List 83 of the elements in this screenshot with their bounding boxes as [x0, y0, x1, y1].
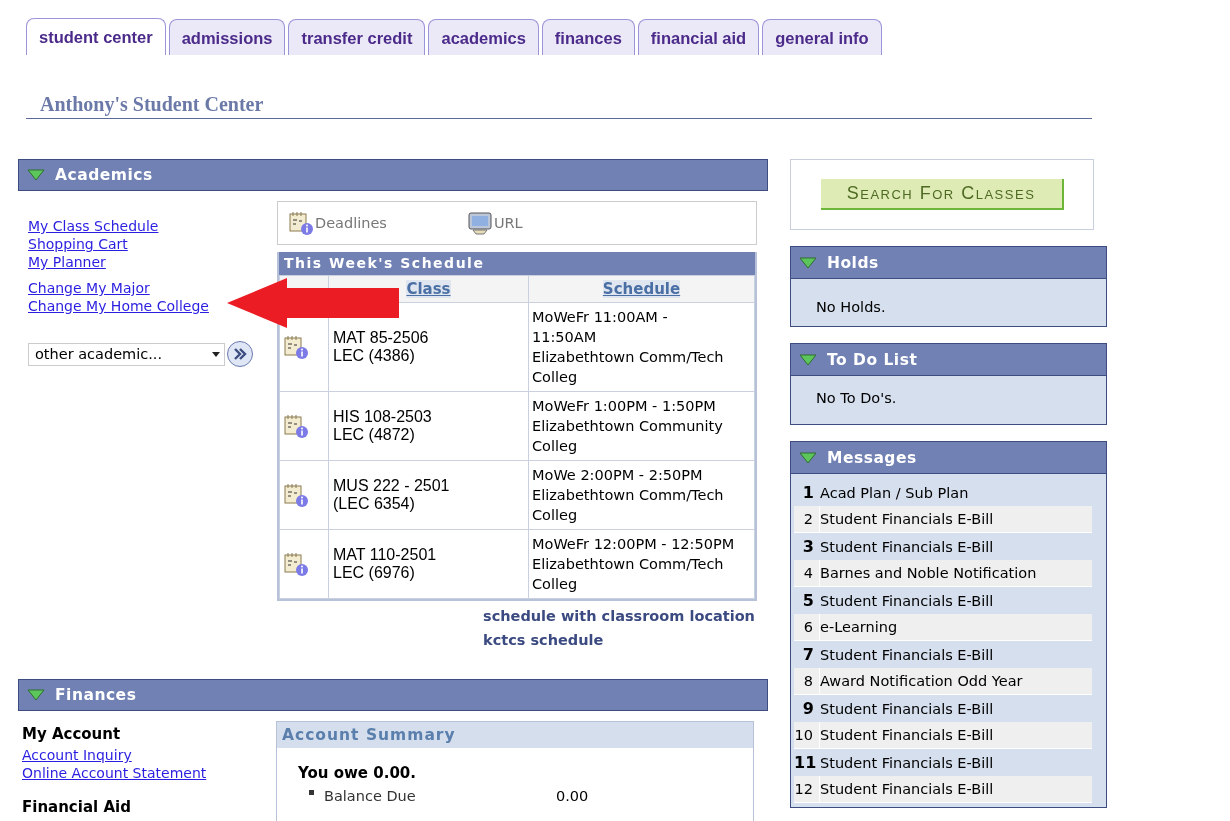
section-title: To Do List [827, 350, 918, 369]
section-title: Holds [827, 253, 879, 272]
tab[interactable]: general info [762, 19, 882, 55]
section-heading: Financial Aid [22, 798, 132, 816]
panel-text: No To Do's. [791, 376, 1106, 424]
calendar-info-icon[interactable] [283, 482, 309, 508]
message-link[interactable]: Barnes and Noble Notification [820, 565, 1037, 581]
message-link[interactable]: Student Financials E-Bill [820, 781, 994, 797]
link[interactable]: Shopping Cart [28, 235, 128, 253]
section-title: Messages [827, 448, 917, 467]
table-cell: MAT 110-2501 LEC (6976) [328, 529, 529, 599]
tab[interactable]: financial aid [637, 19, 760, 55]
calendar-info-icon[interactable] [288, 210, 314, 236]
calendar-info-icon[interactable] [283, 334, 309, 360]
link[interactable]: My Planner [28, 253, 106, 271]
table-cell: MoWe 2:00PM - 2:50PM Elizabethtown Comm/Tech Colleg [528, 460, 755, 530]
section-heading: My Account [22, 725, 122, 743]
calendar-info-icon[interactable] [283, 551, 309, 577]
amount-owed: You owe 0.00. [298, 764, 417, 782]
link[interactable]: Online Account Statement [22, 764, 207, 782]
tab[interactable]: student center [26, 18, 166, 55]
message-link[interactable]: Student Financials E-Bill [820, 646, 994, 663]
link[interactable]: kctcs schedule [483, 631, 604, 649]
calendar-info-icon[interactable] [283, 413, 309, 439]
message-number: 10 [794, 722, 820, 748]
double-chevron-icon [232, 347, 248, 361]
message-link[interactable]: Student Financials E-Bill [820, 592, 994, 609]
table-cell: MoWeFr 11:00AM - 11:50AM Elizabethtown Comm/Tech Colleg [528, 302, 755, 392]
page-title: Anthony's Student Center [40, 93, 264, 115]
link[interactable]: Account Inquiry [22, 746, 132, 764]
caret-icon [212, 351, 220, 357]
bullet-icon [309, 790, 314, 795]
item-label: Balance Due [324, 788, 417, 804]
tab[interactable]: academics [428, 19, 539, 55]
table-cell: HIS 108-2503 LEC (4872) [328, 391, 529, 461]
collapse-triangle-icon[interactable] [799, 353, 817, 366]
go-button[interactable] [227, 341, 253, 367]
message-link[interactable]: e-Learning [820, 619, 898, 635]
toolbar-link[interactable]: Deadlines [288, 210, 387, 236]
message-number: 9 [801, 699, 815, 718]
panel-title: Account Summary [277, 722, 753, 748]
toolbar-link[interactable]: URL [466, 210, 523, 236]
column-header[interactable]: Class [406, 280, 451, 298]
table-title: This Week's Schedule [279, 252, 755, 275]
message-link[interactable]: Student Financials E-Bill [820, 511, 994, 527]
message-link[interactable]: Student Financials E-Bill [820, 727, 994, 743]
collapse-triangle-icon[interactable] [27, 689, 45, 701]
link[interactable]: My Class Schedule [28, 217, 159, 235]
collapse-triangle-icon[interactable] [27, 169, 45, 181]
tab[interactable]: finances [541, 19, 635, 55]
message-number: 11 [794, 753, 818, 772]
link[interactable]: schedule with classroom location [483, 607, 755, 625]
link[interactable]: Change My Major [28, 279, 150, 297]
message-link[interactable]: Award Notification Odd Year [820, 673, 1023, 689]
tab[interactable]: transfer credit [288, 19, 426, 55]
message-number: 12 [794, 776, 820, 802]
collapse-triangle-icon[interactable] [799, 451, 817, 464]
message-link[interactable]: Student Financials E-Bill [820, 538, 994, 555]
message-number: 6 [794, 614, 820, 640]
collapse-triangle-icon[interactable] [799, 256, 817, 269]
message-number: 2 [794, 506, 820, 532]
dropdown[interactable]: other academic... [28, 342, 225, 366]
message-number: 1 [801, 483, 815, 502]
table-cell: MUS 222 - 2501 (LEC 6354) [328, 460, 529, 530]
message-number: 3 [801, 537, 815, 556]
panel-text: No Holds. [791, 279, 1106, 326]
message-number: 5 [801, 591, 815, 610]
link[interactable]: Change My Home College [28, 297, 209, 315]
message-number: 8 [794, 668, 820, 694]
table-cell: MoWeFr 12:00PM - 12:50PM Elizabethtown Comm/Tech Colleg [528, 529, 755, 599]
message-number: 4 [794, 560, 820, 586]
tab[interactable]: admissions [168, 19, 286, 55]
monitor-icon[interactable] [466, 210, 493, 236]
section-title: Finances [55, 686, 137, 704]
column-header[interactable]: Schedule [602, 280, 681, 298]
search-for-classes-button[interactable]: Search For Classes [820, 179, 1064, 210]
message-link[interactable]: Student Financials E-Bill [820, 700, 994, 717]
table-cell: MoWeFr 1:00PM - 1:50PM Elizabethtown Community Colleg [528, 391, 755, 461]
message-number: 7 [801, 645, 815, 664]
message-link[interactable]: Student Financials E-Bill [820, 754, 994, 771]
item-amount: 0.00 [556, 788, 589, 804]
section-title: Academics [55, 166, 153, 184]
message-link[interactable]: Acad Plan / Sub Plan [820, 484, 969, 501]
